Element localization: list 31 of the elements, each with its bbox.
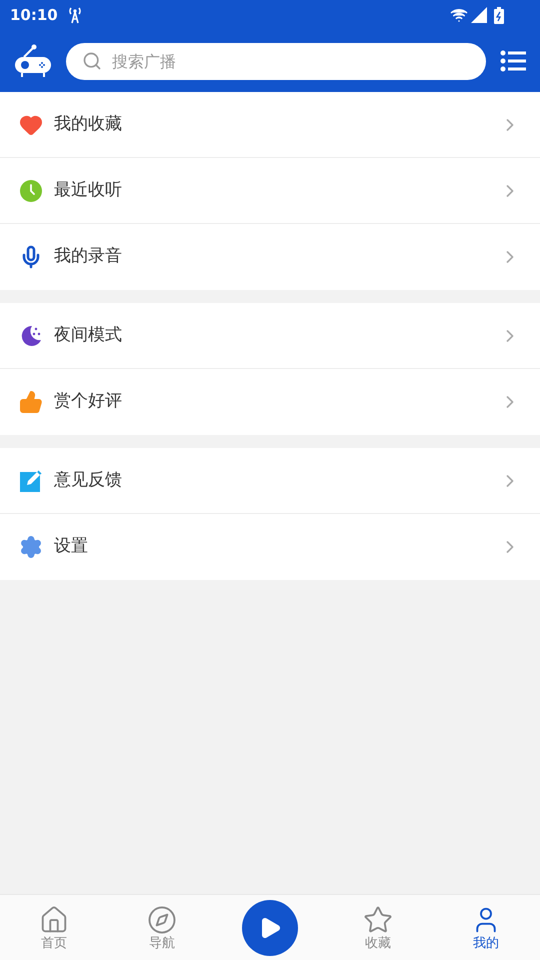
edit-icon [19,468,43,492]
menu-item[interactable]: 我的录音 [0,224,540,290]
menu-item[interactable]: 意见反馈 [0,448,540,514]
menu-label: 最近收听 [54,178,123,202]
menu-label: 设置 [54,535,89,558]
menu-item[interactable]: 夜间模式 [0,303,540,369]
thumbs-up-icon [19,390,43,414]
battery-icon [494,6,504,24]
status-time: 10:10 [10,4,58,26]
menu-item[interactable]: 赏个好评 [0,369,540,435]
moon-icon [19,324,43,348]
menu-label: 我的录音 [54,245,123,268]
home-icon [39,904,69,934]
menu-label: 夜间模式 [54,324,123,347]
menu-label: 赏个好评 [54,390,123,414]
nav-tab[interactable]: 我的 [432,902,540,952]
menu-item[interactable]: 设置 [0,514,540,580]
menu-item[interactable]: 我的收藏 [0,92,540,158]
star-icon [363,904,393,934]
clock-icon [19,178,43,202]
compass-icon [147,904,177,934]
menu-icon[interactable] [500,50,526,72]
menu-item[interactable]: 最近收听 [0,158,540,224]
menu-label: 我的收藏 [54,112,123,136]
signal-icon [471,7,487,23]
menu-label: 意见反馈 [54,468,123,492]
wifi-icon [450,6,468,24]
antenna-icon [66,6,83,24]
search-field[interactable]: 搜索广播 [66,42,486,80]
radio-icon [14,44,52,78]
search-icon [82,50,102,70]
